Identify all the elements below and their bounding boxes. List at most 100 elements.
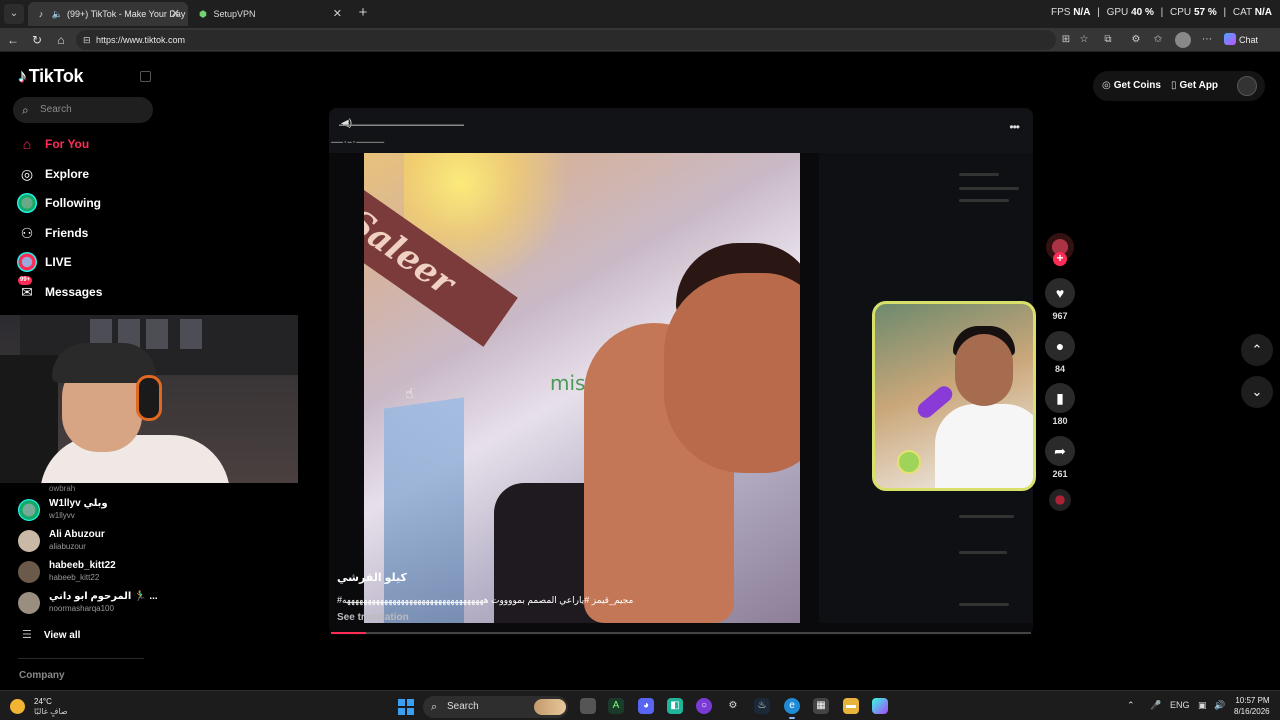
- comment-icon: ●: [1045, 331, 1075, 361]
- get-coins-button[interactable]: ◎ Get Coins: [1102, 73, 1161, 99]
- profile-avatar[interactable]: [1175, 32, 1191, 48]
- previous-video-button[interactable]: ⌃: [1241, 334, 1273, 366]
- guest-camera-overlay: [872, 301, 1036, 491]
- separator: |: [1097, 7, 1100, 18]
- cpu-value: 57 %: [1193, 7, 1217, 18]
- nav-live[interactable]: LIVE: [17, 251, 72, 273]
- comment-button[interactable]: ● 84: [1044, 331, 1076, 374]
- nav-label: Messages: [45, 285, 103, 299]
- user-avatar[interactable]: [1237, 76, 1257, 96]
- account-item[interactable]: المرحوم ابو داني 🏃‍♂️ ... noormasharqa10…: [18, 589, 168, 617]
- extensions-icon[interactable]: ⧉: [1100, 32, 1116, 48]
- tray-chevron-icon[interactable]: ⌃: [1127, 700, 1135, 711]
- get-app-button[interactable]: ▯ Get App: [1171, 73, 1218, 99]
- more-icon[interactable]: •••: [1009, 120, 1020, 134]
- avatar: [18, 561, 40, 583]
- volume-icon[interactable]: 🔊: [1214, 700, 1225, 711]
- mouse-cursor-icon: ☝: [405, 385, 414, 401]
- close-icon[interactable]: ✕: [171, 2, 180, 26]
- view-all-label: View all: [43, 630, 81, 641]
- task-view-icon[interactable]: [580, 698, 596, 714]
- inner-bookmarks-line: ▬▬▬ ● ▬ ● ▬▬▬▬▬▬▬: [331, 139, 385, 144]
- store-icon[interactable]: ▦: [813, 698, 829, 714]
- comment-line: [959, 603, 1009, 606]
- video-caption: #مجيم_قيمز #ياراعي المصمم بمووووت هههههه…: [337, 595, 634, 605]
- site-info-icon[interactable]: ⊟: [83, 30, 91, 50]
- file-explorer-icon[interactable]: ▬: [843, 698, 859, 714]
- app-icon[interactable]: A: [608, 698, 624, 714]
- windows-start-icon[interactable]: [398, 699, 414, 715]
- guest-shirt: [935, 404, 1033, 488]
- follow-plus-icon[interactable]: +: [1053, 252, 1067, 266]
- music-disc-icon[interactable]: [1049, 489, 1071, 511]
- back-icon[interactable]: ←: [4, 31, 22, 49]
- url-field[interactable]: ⊟ https://www.tiktok.com: [76, 30, 1056, 50]
- phone-icon: ▯: [1171, 80, 1177, 91]
- copilot-chat-button[interactable]: Chat: [1224, 31, 1258, 49]
- favorite-star-icon[interactable]: ☆: [1076, 32, 1092, 48]
- more-menu-icon[interactable]: ⋯: [1199, 32, 1215, 48]
- tab-label: SetupVPN: [213, 9, 256, 19]
- next-video-button[interactable]: ⌄: [1241, 376, 1273, 408]
- tiktok-icon: ♪: [38, 9, 44, 19]
- close-icon[interactable]: ✕: [333, 2, 342, 26]
- video-progress-bar[interactable]: [331, 632, 1031, 634]
- separator: |: [1160, 7, 1164, 18]
- view-all-button[interactable]: ☰ View all: [22, 628, 80, 641]
- company-link[interactable]: Company: [19, 670, 65, 681]
- nav-messages[interactable]: ✉ 99+ Messages: [17, 276, 103, 303]
- share-button[interactable]: ➦ 261: [1044, 436, 1076, 479]
- discord-icon[interactable]: ◕: [638, 698, 654, 714]
- webcam-headset: [136, 375, 162, 421]
- browser-essentials-icon[interactable]: ⚙: [1128, 32, 1144, 48]
- see-translation-link[interactable]: See translation: [337, 612, 409, 623]
- live-icon: [17, 252, 37, 272]
- home-icon[interactable]: ⌂: [52, 31, 70, 49]
- tab-setupvpn[interactable]: ⬢ SetupVPN ✕: [190, 2, 350, 26]
- account-handle: habeeb_kitt22: [49, 573, 100, 582]
- nav-for-you[interactable]: ⌂ For You: [17, 133, 89, 155]
- get-coins-label: Get Coins: [1113, 80, 1161, 91]
- save-button[interactable]: ▮ 180: [1044, 383, 1076, 426]
- comment-line: [959, 515, 1014, 518]
- taskbar-search[interactable]: ⌕ Search: [423, 696, 568, 718]
- collapse-sidebar-icon[interactable]: [140, 71, 151, 82]
- tab-tiktok[interactable]: ♪ 🔈 (99+) TikTok - Make Your Day ✕: [28, 2, 188, 26]
- app-available-icon[interactable]: ⊞: [1058, 32, 1074, 48]
- friends-icon: ⚇: [20, 225, 34, 241]
- nav-explore[interactable]: ◎ Explore: [17, 163, 89, 185]
- copilot-icon: [1224, 33, 1236, 45]
- search-input[interactable]: ⌕ Search: [13, 97, 153, 123]
- url-text: https://www.tiktok.com: [96, 35, 186, 45]
- input-language[interactable]: ENG: [1170, 700, 1190, 710]
- app-icon[interactable]: ⚙: [725, 698, 741, 714]
- account-item[interactable]: owbrah W1llyv وبلي w1llyvv: [18, 484, 168, 524]
- nav-friends[interactable]: ⚇ Friends: [17, 222, 89, 244]
- avatar: [18, 499, 40, 521]
- account-item[interactable]: habeeb_kitt22 habeeb_kitt22: [18, 558, 168, 586]
- copilot-icon[interactable]: [872, 698, 888, 714]
- search-highlight-image: [534, 699, 566, 715]
- favorites-icon[interactable]: ✩: [1150, 32, 1166, 48]
- reload-icon[interactable]: ↻: [28, 31, 46, 49]
- microphone-icon[interactable]: 🎤: [1150, 700, 1161, 711]
- edge-browser-icon[interactable]: e: [784, 698, 800, 719]
- tiktok-logo[interactable]: ♪ TikTok: [18, 66, 84, 87]
- like-button[interactable]: ♥ 967: [1044, 278, 1076, 321]
- network-icon[interactable]: ▣: [1198, 700, 1207, 711]
- weather-sun-icon: [10, 699, 25, 714]
- comment-line: [959, 199, 1009, 202]
- nav-following[interactable]: Following: [17, 192, 101, 214]
- app-icon[interactable]: ○: [696, 698, 712, 714]
- heart-icon: ♥: [1045, 278, 1075, 308]
- app-icon[interactable]: ◧: [667, 698, 683, 714]
- steam-icon[interactable]: ♨: [754, 698, 770, 714]
- nav-label: LIVE: [45, 255, 72, 269]
- video-author[interactable]: كيلو القرشي: [337, 571, 407, 584]
- account-item[interactable]: Ali Abuzour aliabuzour: [18, 527, 168, 555]
- system-clock[interactable]: 10:57 PM 8/16/2026: [1234, 695, 1270, 717]
- save-count: 180: [1052, 416, 1068, 426]
- tab-list-dropdown[interactable]: ⌄: [4, 4, 24, 24]
- new-tab-button[interactable]: +: [354, 4, 372, 22]
- speaker-icon[interactable]: 🔈: [52, 2, 63, 26]
